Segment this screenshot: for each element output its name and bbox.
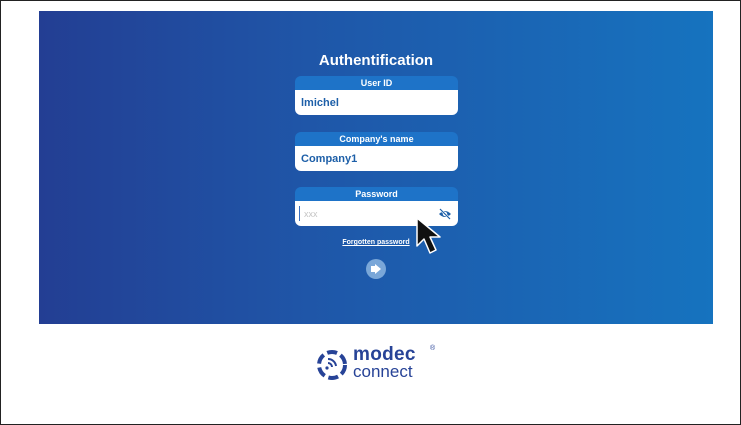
brand-name-line2: connect — [353, 362, 413, 381]
brand-mark-icon — [317, 350, 347, 380]
login-panel: Authentification User ID lmichel Company… — [39, 11, 713, 324]
page-title: Authentification — [318, 52, 434, 69]
user-id-input[interactable]: lmichel — [295, 90, 458, 115]
password-label: Password — [295, 187, 458, 201]
login-arrow-icon — [371, 264, 381, 274]
company-name-input[interactable]: Company1 — [295, 146, 458, 171]
mouse-cursor-icon — [416, 217, 441, 254]
company-name-field[interactable]: Company's name Company1 — [295, 132, 458, 171]
user-id-label: User ID — [295, 76, 458, 90]
forgotten-password-link[interactable]: Forgotten password — [39, 239, 713, 246]
company-name-value: Company1 — [301, 153, 358, 165]
user-id-field[interactable]: User ID lmichel — [295, 76, 458, 115]
registered-mark: ® — [430, 345, 436, 352]
login-button[interactable] — [366, 259, 386, 279]
user-id-value: lmichel — [301, 97, 339, 109]
window-frame: Authentification User ID lmichel Company… — [0, 0, 741, 425]
modec-connect-logo: modec ® connect — [315, 344, 445, 385]
company-name-label: Company's name — [295, 132, 458, 146]
